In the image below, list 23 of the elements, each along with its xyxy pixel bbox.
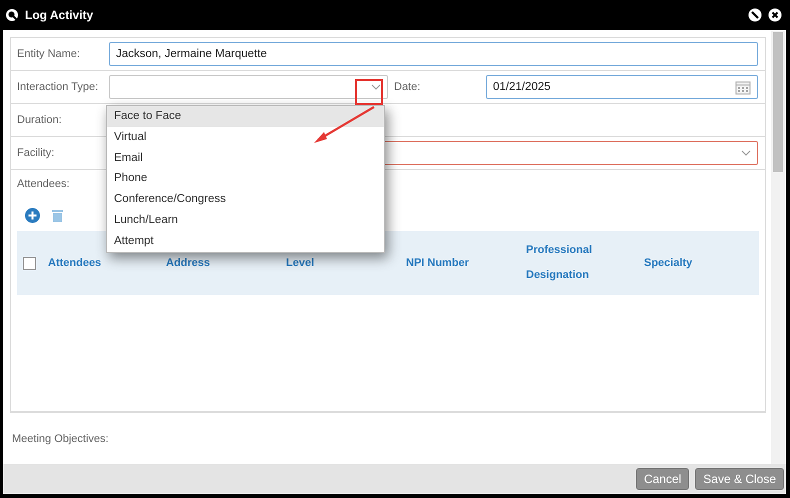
dropdown-option[interactable]: Lunch/Learn xyxy=(107,210,384,231)
dropdown-option[interactable]: Face to Face xyxy=(107,106,384,127)
field-label: Entity Name: xyxy=(17,48,81,60)
attendees-label: Attendees: xyxy=(17,178,71,190)
dropdown-option[interactable]: Virtual xyxy=(107,126,384,148)
column-header[interactable]: Level xyxy=(286,250,406,276)
meeting-objectives-label: Meeting Objectives: xyxy=(12,433,110,445)
window-title: Log Activity xyxy=(25,8,94,22)
dropdown-option[interactable]: Attempt xyxy=(107,230,384,252)
column-header[interactable]: Professional Designation xyxy=(526,238,644,288)
dropdown-option[interactable]: Email xyxy=(107,148,384,168)
dropdown-option[interactable]: Conference/Congress xyxy=(107,189,384,210)
dropdown-option[interactable]: Phone xyxy=(107,168,384,190)
column-header[interactable]: Address xyxy=(166,250,286,276)
entity-name-field[interactable]: Jackson, Jermaine Marquette xyxy=(109,42,758,66)
field-label: Interaction Type: xyxy=(17,81,100,93)
field-label: Date: xyxy=(394,81,422,93)
field-label: Facility: xyxy=(17,147,56,159)
column-header[interactable]: NPI Number xyxy=(406,250,526,276)
column-header[interactable]: Specialty xyxy=(644,250,744,276)
field-label: Duration: xyxy=(17,114,63,126)
column-header[interactable]: Attendees xyxy=(48,250,166,276)
date-field[interactable]: 01/21/2025 xyxy=(486,75,758,99)
